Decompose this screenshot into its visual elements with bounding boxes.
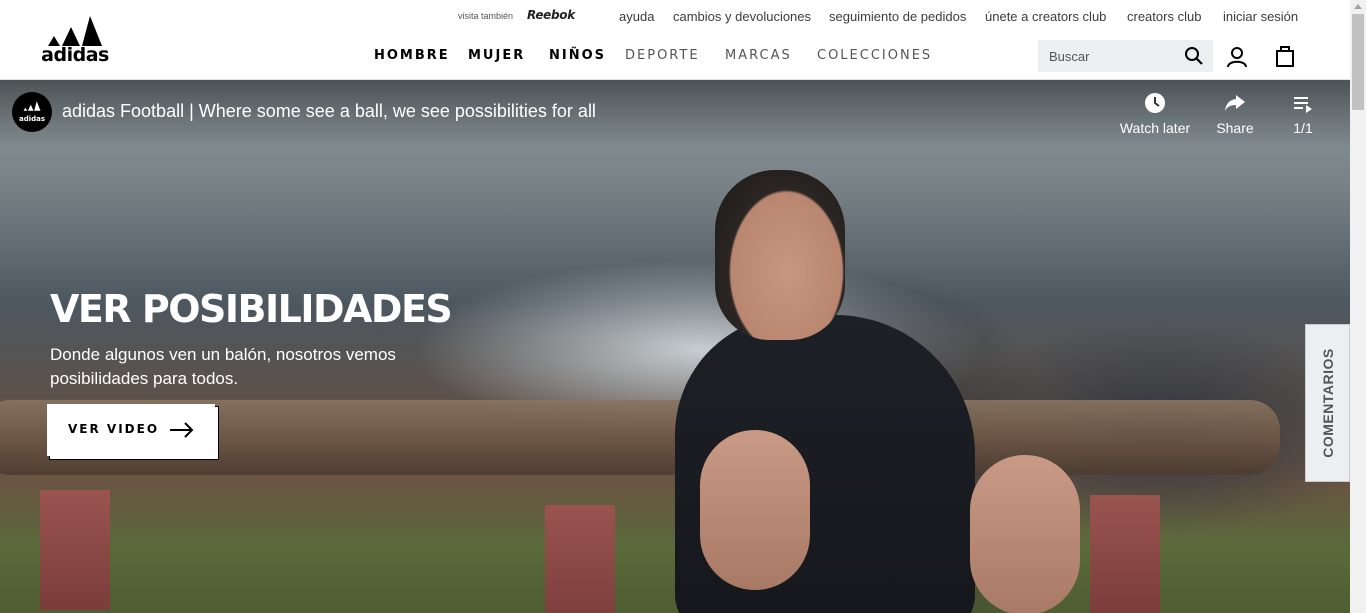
creators-club-link[interactable]: creators club [1127,9,1201,24]
search-input[interactable] [1038,40,1178,72]
channel-avatar[interactable]: adidas [12,92,52,132]
hero-copy: VER POSIBILIDADES Donde algunos ven un b… [50,285,453,391]
search-box [1038,40,1213,72]
shopping-bag-icon[interactable] [1275,45,1295,67]
playlist-count: 1/1 [1293,120,1313,136]
watch-video-button[interactable]: VER VIDEO [47,404,215,456]
nav-women[interactable]: MUJER [468,48,525,63]
watch-video-label: VER VIDEO [68,422,160,436]
feedback-tab-label: COMENTARIOS [1319,348,1336,458]
hero-background-post [545,505,615,613]
video-top-bar: adidas adidas Football | Where some see … [0,80,1350,148]
feedback-tab[interactable]: COMENTARIOS [1305,324,1350,482]
hero-background-post [1090,495,1160,613]
nav-brands[interactable]: MARCAS [725,48,792,63]
hero-background-post [40,490,110,610]
user-account-icon[interactable] [1226,46,1248,68]
hero-person-head [715,170,845,340]
nav-kids[interactable]: NIÑOS [549,48,606,63]
utility-bar: visita también Reebok ayuda cambios y de… [0,8,1350,24]
nav-collections[interactable]: COLECCIONES [817,48,932,63]
arrow-right-icon [170,422,194,438]
join-creators-club-link[interactable]: únete a creators club [985,9,1106,24]
hero-person-knee [970,455,1080,613]
playlist-button[interactable]: 1/1 [1263,92,1343,136]
page-scrollbar[interactable] [1350,0,1366,613]
clock-icon [1145,93,1165,113]
order-tracking-link[interactable]: seguimiento de pedidos [829,9,966,24]
watch-later-label: Watch later [1119,120,1191,136]
site-header: adidas visita también Reebok ayuda cambi… [0,0,1350,80]
share-arrow-icon [1225,95,1245,111]
help-link[interactable]: ayuda [619,9,654,24]
hero-person-knee [700,430,810,590]
adidas-mini-logo-icon [23,101,41,111]
scrollbar-thumb[interactable] [1352,14,1364,110]
visit-also-label: visita también [458,11,514,21]
returns-link[interactable]: cambios y devoluciones [673,9,811,24]
scroll-up-arrow-icon[interactable] [1354,4,1362,9]
search-icon[interactable] [1184,46,1204,66]
share-label: Share [1216,120,1254,136]
hero-heading: VER POSIBILIDADES [50,287,453,331]
reebok-logo-link[interactable]: Reebok [527,8,575,22]
playlist-icon [1294,97,1312,113]
nav-men[interactable]: HOMBRE [374,48,450,63]
video-title[interactable]: adidas Football | Where some see a ball,… [62,101,596,122]
watch-later-button[interactable]: Watch later [1115,92,1195,136]
nav-sport[interactable]: DEPORTE [625,48,700,63]
channel-avatar-text: adidas [18,115,46,123]
hero-subheading: Donde algunos ven un balón, nosotros vem… [50,345,396,388]
login-link[interactable]: iniciar sesión [1223,9,1298,24]
hero-video[interactable]: adidas adidas Football | Where some see … [0,80,1350,613]
